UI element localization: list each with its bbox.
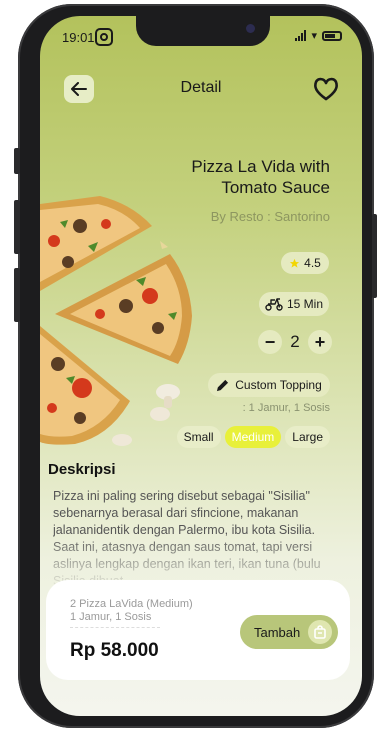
resto-name: By Resto : Santorino <box>210 209 330 224</box>
battery-icon <box>322 30 342 41</box>
size-small[interactable]: Small <box>176 426 221 448</box>
favorite-button[interactable] <box>312 76 340 104</box>
cart-item: 2 Pizza LaVida (Medium) <box>70 598 193 610</box>
description-text: Pizza ini paling sering disebut sebagai … <box>53 489 321 588</box>
size-selector: Small Medium Large <box>176 426 330 448</box>
selected-topping: : 1 Jamur, 1 Sosis <box>242 402 330 414</box>
phone-volume-up <box>14 200 20 254</box>
custom-topping-button[interactable]: Custom Topping <box>208 373 330 397</box>
pizza-image <box>40 196 220 456</box>
quantity-stepper: − 2 + <box>258 330 332 354</box>
cart-summary: 2 Pizza LaVida (Medium) 1 Jamur, 1 Sosis… <box>46 580 350 680</box>
delivery-time-value: 15 Min <box>286 297 324 311</box>
app-screen: 19:01 ▾ Detail Pizza La Vida with Tomato… <box>40 16 362 716</box>
phone-mute-switch <box>14 148 20 174</box>
status-indicators: ▾ <box>295 29 342 42</box>
add-to-cart-label: Tambah <box>254 624 301 640</box>
rating-badge: 4.5 <box>281 252 329 274</box>
status-time: 19:01 <box>62 30 95 45</box>
quantity-value: 2 <box>290 332 300 351</box>
phone-power-button <box>372 214 377 298</box>
cart-divider <box>70 627 160 628</box>
size-medium[interactable]: Medium <box>224 426 282 448</box>
pencil-icon <box>217 379 229 391</box>
notch <box>136 16 270 46</box>
star-icon <box>290 258 300 268</box>
minus-icon: − <box>264 332 276 352</box>
product-name: Pizza La Vida with Tomato Sauce <box>191 157 330 197</box>
cart-topping: 1 Jamur, 1 Sosis <box>70 611 152 623</box>
description-title: Deskripsi <box>48 461 116 478</box>
delivery-time-badge: 15 Min <box>259 292 329 316</box>
heart-icon <box>314 77 338 101</box>
add-to-cart-button[interactable]: Tambah <box>240 615 338 649</box>
cart-price: Rp 58.000 <box>70 640 159 661</box>
size-large[interactable]: Large <box>285 426 330 448</box>
front-camera <box>246 24 255 33</box>
shopping-bag-icon <box>308 620 332 644</box>
rating-value: 4.5 <box>304 256 321 270</box>
scooter-icon <box>265 298 283 311</box>
plus-button[interactable]: + <box>308 330 332 354</box>
minus-button[interactable]: − <box>258 330 282 354</box>
plus-icon: + <box>314 332 326 352</box>
phone-volume-down <box>14 268 20 322</box>
custom-topping-label: Custom Topping <box>235 378 322 392</box>
wifi-icon: ▾ <box>311 30 317 42</box>
instagram-icon <box>95 28 113 46</box>
signal-icon <box>295 30 307 41</box>
